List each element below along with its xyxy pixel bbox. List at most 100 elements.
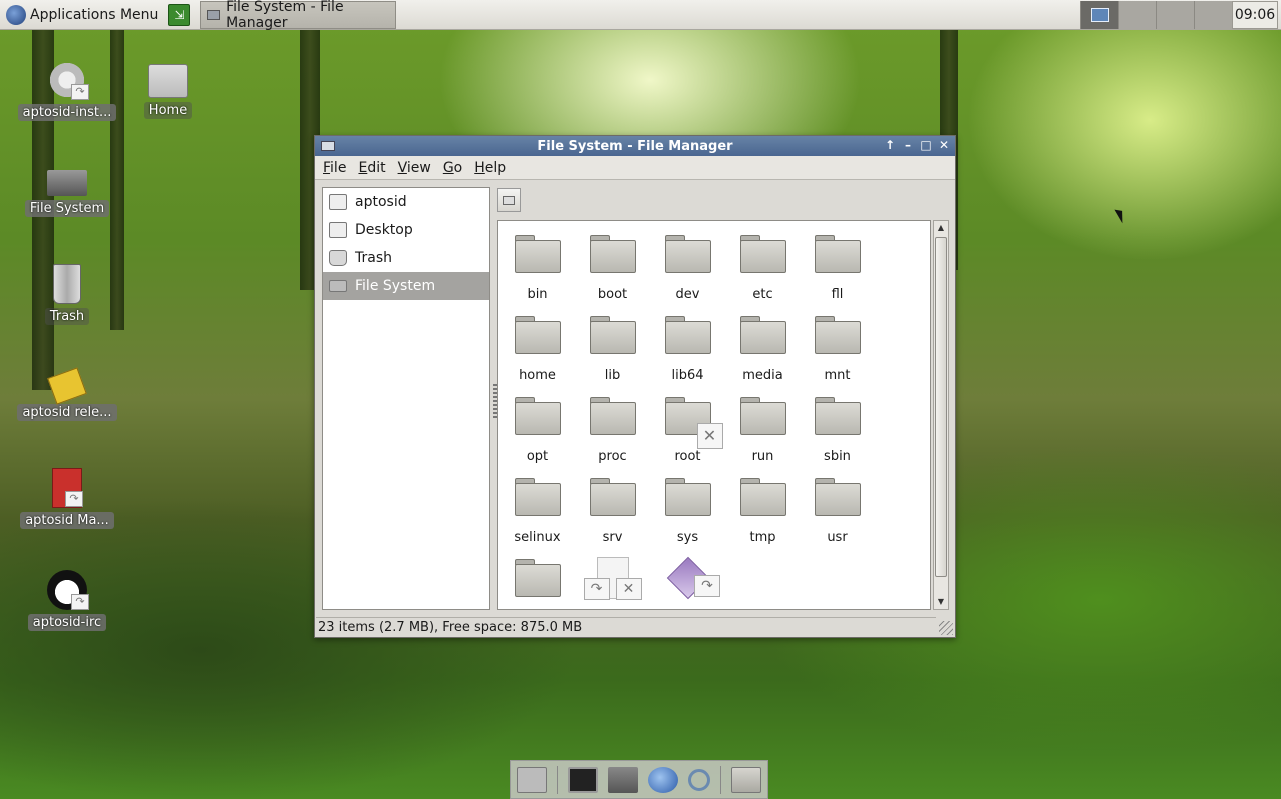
file-name-label: usr [827,530,848,545]
list-item-folder[interactable]: sys [650,464,725,545]
file-name-label: lib64 [671,368,704,383]
list-item-folder[interactable]: selinux [500,464,575,545]
folder-icon [664,316,711,354]
scroll-up-arrow-icon[interactable]: ▲ [934,221,948,235]
file-name-label: etc [752,287,773,302]
file-name-label: mnt [824,368,851,383]
scroll-down-arrow-icon[interactable]: ▼ [934,595,948,609]
sidebar-item-trash[interactable]: Trash [323,244,489,272]
list-item-partial-folder[interactable] [500,545,575,597]
list-item-folder[interactable]: lib [575,302,650,383]
window-title: File System - File Manager [537,138,733,154]
menu-file[interactable]: File [319,158,350,178]
list-item-folder[interactable]: srv [575,464,650,545]
menu-help[interactable]: Help [470,158,510,178]
menu-edit[interactable]: Edit [354,158,389,178]
desktop-icon-trash[interactable]: Trash [17,264,117,325]
terminal-icon[interactable] [568,766,598,793]
list-item-folder[interactable]: sbin [800,383,875,464]
drive-icon [47,170,87,196]
shade-button-icon[interactable]: ↑ [883,138,897,153]
file-name-label: home [519,368,556,383]
list-item-link[interactable]: ↷ [650,545,725,600]
path-button-root[interactable] [497,188,521,212]
show-desktop-icon[interactable] [517,766,547,793]
desktop-icon-label: Home [143,102,193,119]
workspace-3[interactable] [1156,1,1194,29]
launcher-icon[interactable]: ⇲ [168,3,191,26]
window-icon [207,9,221,20]
desktop-icon-irc[interactable]: ↷ aptosid-irc [17,570,117,631]
folder-icon [514,316,561,354]
list-item-folder[interactable]: etc [725,221,800,302]
sidebar-item-label: aptosid [355,194,407,210]
taskbar-button-file-manager[interactable]: File System - File Manager [200,0,397,31]
vertical-scrollbar[interactable]: ▲ ▼ [933,220,949,610]
file-manager-icon[interactable] [608,766,638,793]
desktop-icon-label: aptosid-inst... [17,104,117,121]
top-panel: Applications Menu ⇲ File System - File M… [0,0,1281,31]
desktop-icon-filesystem[interactable]: File System [17,162,117,217]
list-item-folder[interactable]: boot [575,221,650,302]
taskbar-button-label: File System - File Manager [226,0,344,31]
applications-menu-label: Applications Menu [30,6,159,23]
window-resize-grip[interactable] [939,621,953,635]
list-item-folder[interactable]: proc [575,383,650,464]
desktop-icon-manual[interactable]: ↷ aptosid Ma... [17,468,117,529]
list-item-folder[interactable]: fll [800,221,875,302]
desktop-icon-release-notes[interactable]: aptosid rele... [17,366,117,421]
maximize-button-icon[interactable]: □ [919,138,933,153]
minimize-button-icon[interactable]: – [901,138,915,153]
irc-icon: ↷ [47,570,89,610]
shortcut-arrow-icon: ↷ [71,594,89,610]
list-item-folder[interactable]: opt [500,383,575,464]
scrollbar-thumb[interactable] [935,237,947,577]
sidebar-item-label: Trash [355,250,392,266]
dock-separator [557,765,558,794]
folder-icon [664,478,711,516]
list-item-folder[interactable]: ✕ root [650,383,725,464]
file-name-label: boot [597,287,628,302]
list-item-folder[interactable]: bin [500,221,575,302]
list-item-folder[interactable]: lib64 [650,302,725,383]
list-item-folder[interactable]: media [725,302,800,383]
folder-icon [664,235,711,273]
clock[interactable]: 09:06 [1232,1,1278,29]
desktop-icon-home[interactable]: Home [118,60,218,119]
file-name-label: tmp [749,530,776,545]
shortcut-arrow-icon: ↷ [71,84,89,100]
workspace-2[interactable] [1118,1,1156,29]
list-item-folder[interactable]: run [725,383,800,464]
list-item-broken-link[interactable]: ↷ ✕ [575,545,650,600]
window-titlebar[interactable]: File System - File Manager ↑ – □ ✕ [315,136,955,156]
sidebar-item-desktop[interactable]: Desktop [323,216,489,244]
sidebar-item-aptosid[interactable]: aptosid [323,188,489,216]
file-name-label: opt [526,449,549,464]
search-icon[interactable] [688,768,710,791]
workspace-1[interactable] [1080,1,1118,29]
menu-go[interactable]: Go [439,158,466,178]
folder-icon [814,478,861,516]
home-folder-icon [148,64,188,98]
manual-icon: ↷ [52,468,83,508]
list-item-folder[interactable]: mnt [800,302,875,383]
desktop-icon-installer[interactable]: ↷ aptosid-inst... [17,60,117,121]
menu-view[interactable]: View [394,158,435,178]
workspace-4[interactable] [1194,1,1232,29]
desktop-icon-label: aptosid Ma... [20,512,114,529]
icon-view[interactable]: bin boot dev etc fll home lib lib64 media mnt opt p… [497,220,931,610]
file-name-label: root [674,449,701,464]
list-item-folder[interactable]: tmp [725,464,800,545]
web-browser-icon[interactable] [648,766,678,793]
sidebar-item-file-system[interactable]: File System [323,272,489,300]
drive-icon [329,280,347,292]
folder-icon [589,478,636,516]
list-item-folder[interactable]: usr [800,464,875,545]
applications-menu-button[interactable]: Applications Menu [0,0,164,30]
list-item-folder[interactable]: home [500,302,575,383]
locked-x-icon: ✕ [696,423,723,449]
desktop-icon-label: aptosid-irc [27,614,107,631]
close-button-icon[interactable]: ✕ [937,138,951,153]
folder-icon[interactable] [731,766,761,793]
list-item-folder[interactable]: dev [650,221,725,302]
